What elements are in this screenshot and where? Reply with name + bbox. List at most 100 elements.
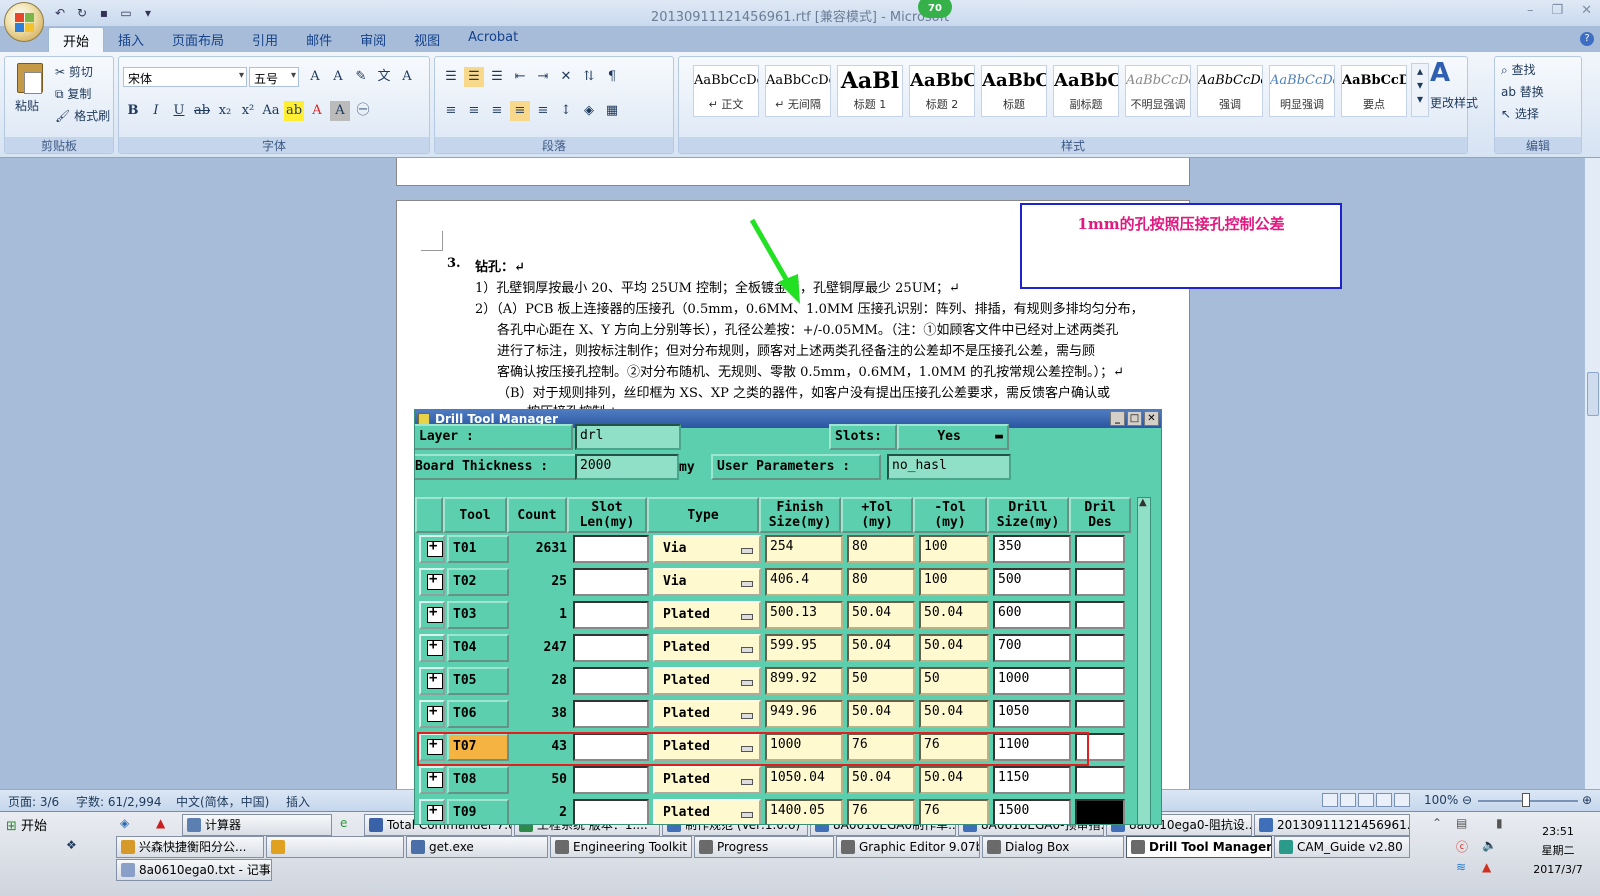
align-center-icon[interactable]: ≡: [464, 101, 484, 121]
slot-len-cell[interactable]: [573, 535, 649, 563]
minus-tol-cell[interactable]: 50.04: [919, 634, 989, 662]
office-button[interactable]: [4, 2, 44, 42]
tool-cell[interactable]: T01: [447, 535, 509, 563]
outline-icon[interactable]: [1376, 793, 1392, 807]
tray-signal-icon[interactable]: ▮: [1496, 816, 1503, 830]
table-row[interactable]: T03 1 Plated 500.13 50.04 50.04 600: [419, 599, 1135, 631]
finish-size-cell[interactable]: 899.92: [765, 667, 843, 695]
pdf-icon[interactable]: ▲: [156, 816, 165, 830]
minus-tol-cell[interactable]: 50.04: [919, 601, 989, 629]
col-type-header[interactable]: Type: [647, 497, 759, 533]
drill-des-cell[interactable]: [1075, 634, 1125, 662]
tool-cell[interactable]: T02: [447, 568, 509, 596]
document-scrollbar[interactable]: [1584, 158, 1600, 789]
tool-cell[interactable]: T04: [447, 634, 509, 662]
type-dropdown[interactable]: Plated: [653, 799, 761, 824]
char-border-icon[interactable]: A: [397, 67, 417, 87]
layer-field[interactable]: drl: [575, 424, 681, 450]
tray-alert-icon[interactable]: ▲: [1482, 860, 1491, 874]
table-row[interactable]: T06 38 Plated 949.96 50.04 50.04 1050: [419, 698, 1135, 730]
format-painter-button[interactable]: 🖌 格式刷: [55, 107, 110, 124]
finish-size-cell[interactable]: 1050.04: [765, 766, 843, 794]
help-icon[interactable]: ?: [1580, 32, 1594, 46]
type-dropdown[interactable]: Plated: [653, 700, 761, 728]
word-count[interactable]: 字数: 61/2,994: [76, 793, 162, 810]
tray-app-icon[interactable]: ⓒ: [1456, 838, 1468, 855]
maximize-icon[interactable]: ❐: [1551, 3, 1563, 18]
taskbar-item[interactable]: 8a0610ega0.txt - 记事本: [116, 859, 272, 881]
finish-size-cell[interactable]: 500.13: [765, 601, 843, 629]
type-dropdown[interactable]: Via: [653, 568, 761, 596]
plus-tol-cell[interactable]: 50.04: [847, 601, 915, 629]
enclose-char-icon[interactable]: ㊀: [353, 101, 373, 121]
taskbar-item[interactable]: get.exe: [406, 836, 548, 858]
drill-size-cell[interactable]: 600: [993, 601, 1071, 629]
expand-row-icon[interactable]: [419, 601, 445, 629]
plus-tol-cell[interactable]: 50: [847, 667, 915, 695]
tab-references[interactable]: 引用: [238, 27, 292, 52]
tray-expand-icon[interactable]: ⌃: [1432, 816, 1442, 830]
grow-font-icon[interactable]: A: [305, 67, 325, 87]
col-slot-len-header[interactable]: Slot Len(my): [567, 497, 647, 533]
drill-size-cell[interactable]: 1050: [993, 700, 1071, 728]
drill-size-cell[interactable]: 500: [993, 568, 1071, 596]
col-finish-size-header[interactable]: Finish Size(my): [759, 497, 841, 533]
shading-icon[interactable]: ◈: [579, 101, 599, 121]
change-styles-button[interactable]: 更改样式: [1430, 94, 1478, 111]
table-scrollbar[interactable]: [1137, 497, 1151, 824]
drill-des-cell[interactable]: [1075, 799, 1125, 824]
clear-format-icon[interactable]: ✎: [351, 67, 371, 87]
minus-tol-cell[interactable]: 50.04: [919, 700, 989, 728]
style-no-spacing[interactable]: AaBbCcDd ↵ 无间隔: [765, 65, 831, 117]
drill-size-cell[interactable]: 1100: [993, 733, 1071, 761]
taskbar-item[interactable]: [266, 836, 404, 858]
plus-tol-cell[interactable]: 76: [847, 799, 915, 824]
type-dropdown[interactable]: Plated: [653, 601, 761, 629]
style-subtle-emphasis[interactable]: AaBbCcDd 不明显强调: [1125, 65, 1191, 117]
expand-row-icon[interactable]: [419, 634, 445, 662]
tab-insert[interactable]: 插入: [104, 27, 158, 52]
distributed-icon[interactable]: ≡: [533, 101, 553, 121]
table-row[interactable]: T05 28 Plated 899.92 50 50 1000: [419, 665, 1135, 697]
align-left-icon[interactable]: ≡: [441, 101, 461, 121]
change-case-icon[interactable]: Aa: [261, 101, 281, 121]
italic-icon[interactable]: I: [146, 101, 166, 121]
slot-len-cell[interactable]: [573, 733, 649, 761]
zoom-level[interactable]: 100%: [1424, 793, 1458, 807]
numbering-icon[interactable]: ☰: [464, 67, 484, 87]
col-drill-size-header[interactable]: Drill Size(my): [987, 497, 1069, 533]
drill-size-cell[interactable]: 1150: [993, 766, 1071, 794]
close-icon[interactable]: ✕: [1144, 411, 1159, 426]
slot-len-cell[interactable]: [573, 634, 649, 662]
tab-mailings[interactable]: 邮件: [292, 27, 346, 52]
slot-len-cell[interactable]: [573, 700, 649, 728]
style-heading-2[interactable]: AaBbC 标题 2: [909, 65, 975, 117]
type-dropdown[interactable]: Plated: [653, 634, 761, 662]
tab-page-layout[interactable]: 页面布局: [158, 27, 238, 52]
scroll-thumb[interactable]: [1587, 372, 1599, 416]
draft-icon[interactable]: [1394, 793, 1410, 807]
col-minus-tol-header[interactable]: -Tol (my): [913, 497, 987, 533]
tool-cell[interactable]: T08: [447, 766, 509, 794]
tab-view[interactable]: 视图: [400, 27, 454, 52]
chinese-layout-icon[interactable]: ✕: [556, 67, 576, 87]
copy-button[interactable]: ⧉ 复制: [55, 85, 91, 102]
underline-icon[interactable]: U: [169, 101, 189, 121]
page-indicator[interactable]: 页面: 3/6: [8, 793, 59, 810]
taskbar-item-active[interactable]: Drill Tool Manager: [1126, 836, 1272, 858]
language-indicator[interactable]: 中文(简体，中国): [176, 793, 269, 810]
minus-tol-cell[interactable]: 76: [919, 799, 989, 824]
tray-input-icon[interactable]: ≋: [1456, 860, 1466, 874]
minus-tol-cell[interactable]: 76: [919, 733, 989, 761]
full-screen-reading-icon[interactable]: [1340, 793, 1356, 807]
style-title[interactable]: AaBbC 标题: [981, 65, 1047, 117]
slot-len-cell[interactable]: [573, 601, 649, 629]
user-parameters-field[interactable]: no_hasl: [887, 454, 1011, 480]
taskbar-item[interactable]: 计算器: [182, 814, 332, 836]
superscript-icon[interactable]: x²: [238, 101, 258, 121]
slots-dropdown[interactable]: Yes ▬: [897, 424, 1009, 450]
slot-len-cell[interactable]: [573, 568, 649, 596]
tray-network-icon[interactable]: ▤: [1456, 816, 1467, 830]
sort-icon[interactable]: ⇅: [579, 67, 599, 87]
drill-des-cell[interactable]: [1075, 766, 1125, 794]
